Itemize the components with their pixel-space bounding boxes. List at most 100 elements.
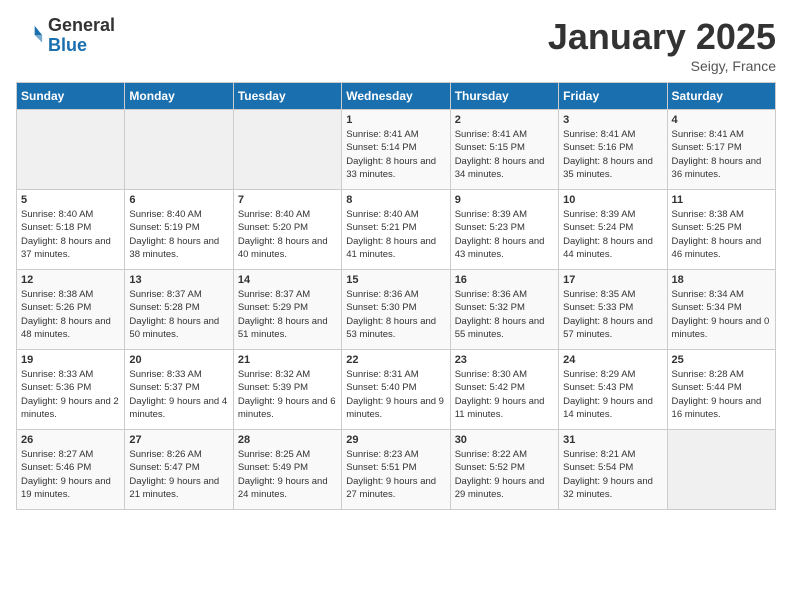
day-cell: 10 Sunrise: 8:39 AM Sunset: 5:24 PM Dayli… — [559, 190, 667, 270]
day-cell: 27 Sunrise: 8:26 AM Sunset: 5:47 PM Dayli… — [125, 430, 233, 510]
day-number: 14 — [238, 274, 337, 286]
day-cell: 22Sunrise: 8:31 AM Sunset: 5:40 PM Dayli… — [342, 350, 450, 430]
day-number: 26 — [21, 434, 120, 446]
day-number: 20 — [129, 354, 228, 366]
day-info: Sunrise: 8:33 AM Sunset: 5:36 PM Dayligh… — [21, 368, 120, 421]
day-cell: 11 Sunrise: 8:38 AM Sunset: 5:25 PM Dayli… — [667, 190, 775, 270]
day-number: 18 — [672, 274, 771, 286]
day-cell: 30Sunrise: 8:22 AM Sunset: 5:52 PM Dayli… — [450, 430, 558, 510]
week-row-3: 12 Sunrise: 8:38 AM Sunset: 5:26 PM Dayli… — [17, 270, 776, 350]
location: Seigy, France — [548, 58, 776, 74]
day-info: Sunrise: 8:41 AM Sunset: 5:17 PM Dayligh… — [672, 128, 771, 181]
day-info: Sunrise: 8:40 AM Sunset: 5:21 PM Dayligh… — [346, 208, 445, 261]
header-saturday: Saturday — [667, 83, 775, 110]
day-cell: 28 Sunrise: 8:25 AM Sunset: 5:49 PM Dayli… — [233, 430, 341, 510]
day-cell: 3Sunrise: 8:41 AM Sunset: 5:16 PM Daylig… — [559, 110, 667, 190]
day-number: 1 — [346, 114, 445, 126]
day-info: Sunrise: 8:38 AM Sunset: 5:26 PM Dayligh… — [21, 288, 120, 341]
day-number: 16 — [455, 274, 554, 286]
header-thursday: Thursday — [450, 83, 558, 110]
day-info: Sunrise: 8:38 AM Sunset: 5:25 PM Dayligh… — [672, 208, 771, 261]
logo-blue: Blue — [48, 36, 115, 56]
day-info: Sunrise: 8:41 AM Sunset: 5:14 PM Dayligh… — [346, 128, 445, 181]
day-info: Sunrise: 8:34 AM Sunset: 5:34 PM Dayligh… — [672, 288, 771, 341]
day-info: Sunrise: 8:27 AM Sunset: 5:46 PM Dayligh… — [21, 448, 120, 501]
day-cell — [125, 110, 233, 190]
logo-text: General Blue — [48, 16, 115, 56]
day-number: 12 — [21, 274, 120, 286]
day-info: Sunrise: 8:40 AM Sunset: 5:20 PM Dayligh… — [238, 208, 337, 261]
header-tuesday: Tuesday — [233, 83, 341, 110]
day-info: Sunrise: 8:23 AM Sunset: 5:51 PM Dayligh… — [346, 448, 445, 501]
day-cell: 9Sunrise: 8:39 AM Sunset: 5:23 PM Daylig… — [450, 190, 558, 270]
day-number: 4 — [672, 114, 771, 126]
day-info: Sunrise: 8:28 AM Sunset: 5:44 PM Dayligh… — [672, 368, 771, 421]
day-info: Sunrise: 8:35 AM Sunset: 5:33 PM Dayligh… — [563, 288, 662, 341]
day-number: 29 — [346, 434, 445, 446]
day-info: Sunrise: 8:36 AM Sunset: 5:30 PM Dayligh… — [346, 288, 445, 341]
day-cell: 19 Sunrise: 8:33 AM Sunset: 5:36 PM Dayli… — [17, 350, 125, 430]
day-number: 21 — [238, 354, 337, 366]
day-cell: 20 Sunrise: 8:33 AM Sunset: 5:37 PM Dayli… — [125, 350, 233, 430]
day-info: Sunrise: 8:21 AM Sunset: 5:54 PM Dayligh… — [563, 448, 662, 501]
logo-icon — [16, 22, 44, 50]
week-row-1: 1 Sunrise: 8:41 AM Sunset: 5:14 PM Daylig… — [17, 110, 776, 190]
day-number: 22 — [346, 354, 445, 366]
day-cell: 4 Sunrise: 8:41 AM Sunset: 5:17 PM Daylig… — [667, 110, 775, 190]
day-number: 8 — [346, 194, 445, 206]
day-info: Sunrise: 8:39 AM Sunset: 5:24 PM Dayligh… — [563, 208, 662, 261]
day-cell: 1 Sunrise: 8:41 AM Sunset: 5:14 PM Daylig… — [342, 110, 450, 190]
day-number: 15 — [346, 274, 445, 286]
day-info: Sunrise: 8:40 AM Sunset: 5:18 PM Dayligh… — [21, 208, 120, 261]
day-number: 5 — [21, 194, 120, 206]
week-row-2: 5 Sunrise: 8:40 AM Sunset: 5:18 PM Daylig… — [17, 190, 776, 270]
day-cell: 8 Sunrise: 8:40 AM Sunset: 5:21 PM Daylig… — [342, 190, 450, 270]
day-cell — [233, 110, 341, 190]
day-cell: 24Sunrise: 8:29 AM Sunset: 5:43 PM Dayli… — [559, 350, 667, 430]
day-number: 28 — [238, 434, 337, 446]
calendar-header-row: SundayMondayTuesdayWednesdayThursdayFrid… — [17, 83, 776, 110]
day-number: 10 — [563, 194, 662, 206]
day-cell: 23Sunrise: 8:30 AM Sunset: 5:42 PM Dayli… — [450, 350, 558, 430]
logo: General Blue — [16, 16, 115, 56]
day-number: 31 — [563, 434, 662, 446]
day-info: Sunrise: 8:37 AM Sunset: 5:28 PM Dayligh… — [129, 288, 228, 341]
day-cell: 13 Sunrise: 8:37 AM Sunset: 5:28 PM Dayli… — [125, 270, 233, 350]
day-info: Sunrise: 8:29 AM Sunset: 5:43 PM Dayligh… — [563, 368, 662, 421]
day-number: 23 — [455, 354, 554, 366]
day-number: 25 — [672, 354, 771, 366]
day-number: 6 — [129, 194, 228, 206]
day-number: 3 — [563, 114, 662, 126]
day-number: 7 — [238, 194, 337, 206]
week-row-4: 19 Sunrise: 8:33 AM Sunset: 5:36 PM Dayli… — [17, 350, 776, 430]
title-block: January 2025 Seigy, France — [548, 16, 776, 74]
day-info: Sunrise: 8:32 AM Sunset: 5:39 PM Dayligh… — [238, 368, 337, 421]
header-wednesday: Wednesday — [342, 83, 450, 110]
day-info: Sunrise: 8:40 AM Sunset: 5:19 PM Dayligh… — [129, 208, 228, 261]
header-friday: Friday — [559, 83, 667, 110]
day-cell: 18 Sunrise: 8:34 AM Sunset: 5:34 PM Dayli… — [667, 270, 775, 350]
day-number: 27 — [129, 434, 228, 446]
day-cell: 21 Sunrise: 8:32 AM Sunset: 5:39 PM Dayli… — [233, 350, 341, 430]
day-info: Sunrise: 8:33 AM Sunset: 5:37 PM Dayligh… — [129, 368, 228, 421]
day-cell: 29 Sunrise: 8:23 AM Sunset: 5:51 PM Dayli… — [342, 430, 450, 510]
day-cell — [667, 430, 775, 510]
day-info: Sunrise: 8:22 AM Sunset: 5:52 PM Dayligh… — [455, 448, 554, 501]
day-info: Sunrise: 8:41 AM Sunset: 5:15 PM Dayligh… — [455, 128, 554, 181]
page-header: General Blue January 2025 Seigy, France — [16, 16, 776, 74]
day-cell: 2 Sunrise: 8:41 AM Sunset: 5:15 PM Daylig… — [450, 110, 558, 190]
day-number: 11 — [672, 194, 771, 206]
day-number: 13 — [129, 274, 228, 286]
day-info: Sunrise: 8:37 AM Sunset: 5:29 PM Dayligh… — [238, 288, 337, 341]
week-row-5: 26 Sunrise: 8:27 AM Sunset: 5:46 PM Dayli… — [17, 430, 776, 510]
day-cell: 12 Sunrise: 8:38 AM Sunset: 5:26 PM Dayli… — [17, 270, 125, 350]
day-info: Sunrise: 8:39 AM Sunset: 5:23 PM Dayligh… — [455, 208, 554, 261]
day-cell: 15 Sunrise: 8:36 AM Sunset: 5:30 PM Dayli… — [342, 270, 450, 350]
day-info: Sunrise: 8:25 AM Sunset: 5:49 PM Dayligh… — [238, 448, 337, 501]
calendar-table: SundayMondayTuesdayWednesdayThursdayFrid… — [16, 82, 776, 510]
day-number: 19 — [21, 354, 120, 366]
day-info: Sunrise: 8:26 AM Sunset: 5:47 PM Dayligh… — [129, 448, 228, 501]
day-info: Sunrise: 8:36 AM Sunset: 5:32 PM Dayligh… — [455, 288, 554, 341]
day-cell: 6 Sunrise: 8:40 AM Sunset: 5:19 PM Daylig… — [125, 190, 233, 270]
day-number: 2 — [455, 114, 554, 126]
